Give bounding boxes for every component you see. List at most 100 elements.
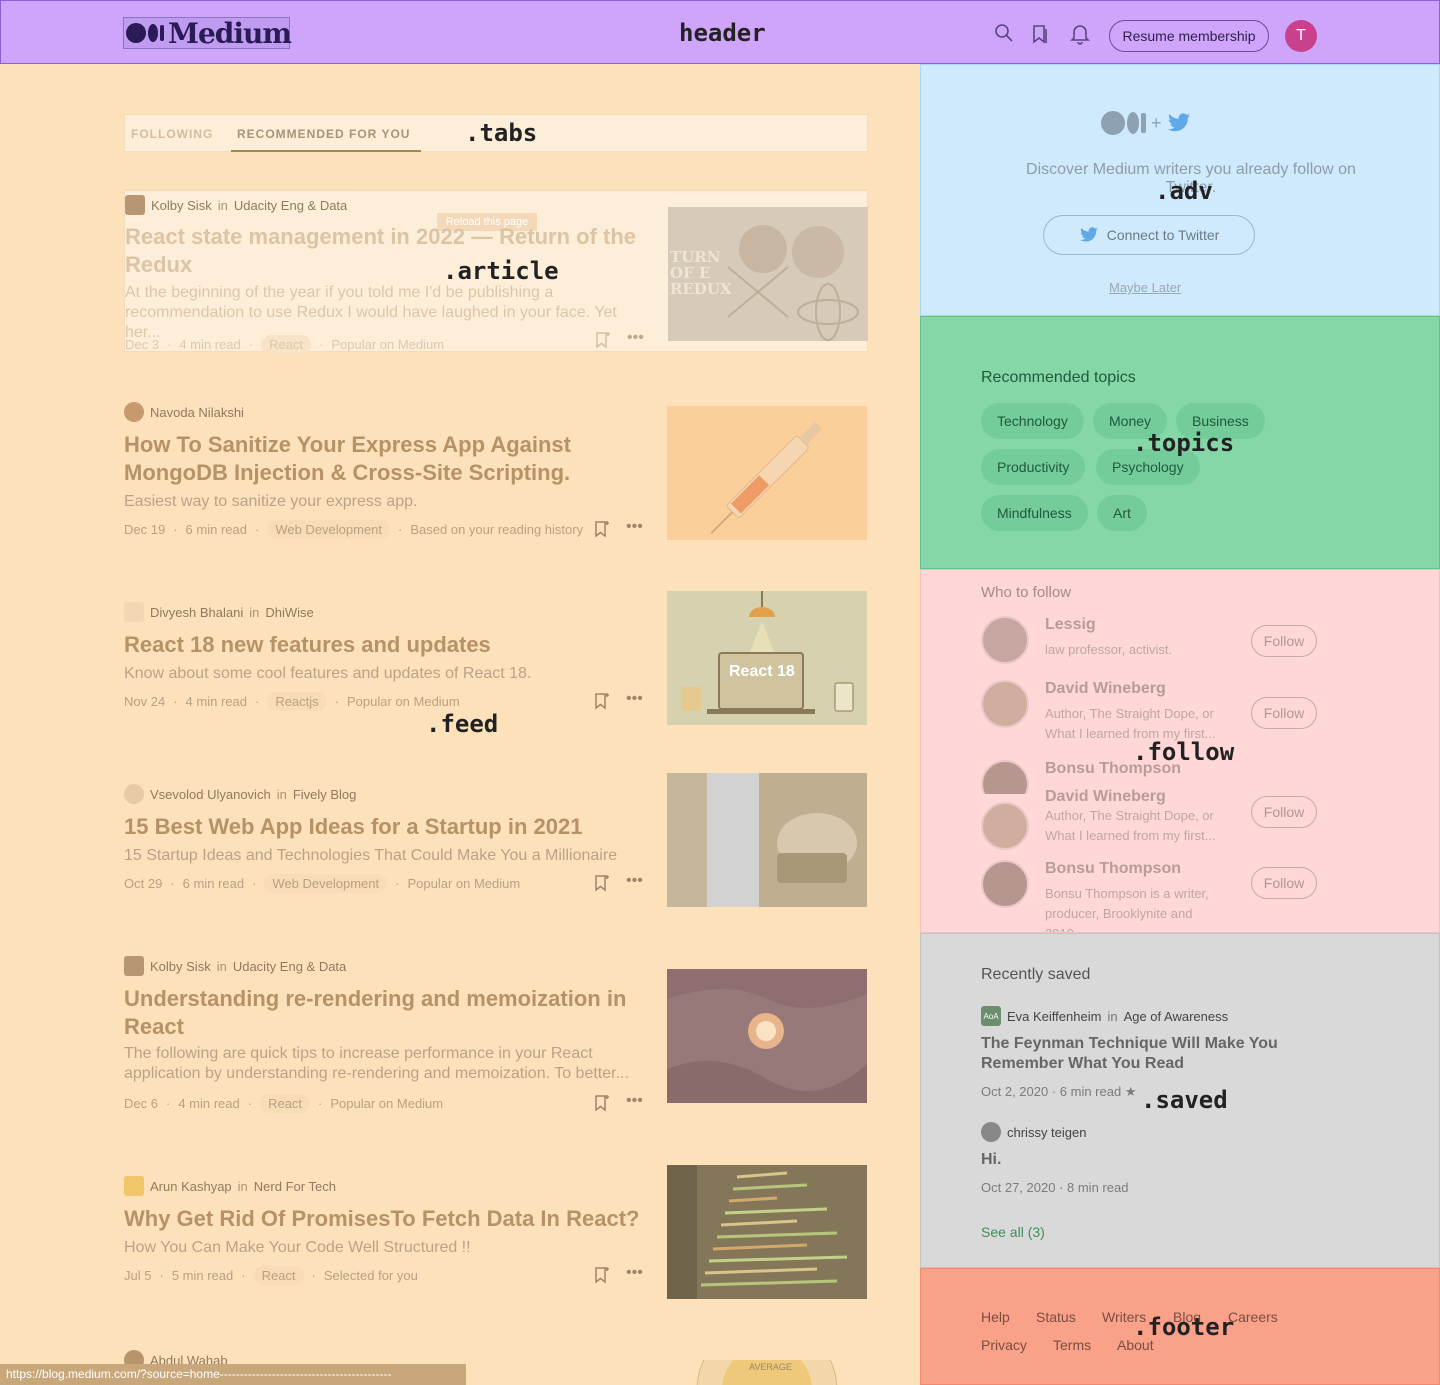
article-card[interactable]: Navoda Nilakshi How To Sanitize Your Exp…: [124, 400, 868, 560]
bookmarks-icon[interactable]: [1029, 23, 1051, 45]
person-name[interactable]: David Wineberg: [1045, 680, 1166, 698]
more-icon[interactable]: •••: [626, 1264, 643, 1282]
saved-article-title[interactable]: The Feynman Technique Will Make You Reme…: [981, 1034, 1281, 1074]
article-thumbnail[interactable]: [667, 773, 867, 907]
person-avatar[interactable]: [981, 860, 1029, 908]
topic-chip[interactable]: Productivity: [981, 449, 1086, 485]
author-name[interactable]: Arun Kashyap: [150, 1179, 232, 1194]
topic-chip[interactable]: Art: [1097, 495, 1147, 531]
follow-button[interactable]: Follow: [1251, 697, 1317, 729]
bookmark-add-icon[interactable]: [594, 520, 610, 543]
more-icon[interactable]: •••: [627, 329, 644, 347]
article-date: Oct 29: [124, 876, 163, 891]
article-read-time: 4 min read: [178, 1096, 240, 1111]
publication-name[interactable]: DhiWise: [265, 605, 313, 620]
article-tag[interactable]: Web Development: [267, 520, 391, 539]
article-title[interactable]: React state management in 2022 — Return …: [125, 223, 655, 279]
author-name[interactable]: Kolby Sisk: [151, 198, 212, 213]
bookmark-add-icon[interactable]: [594, 1266, 610, 1289]
person-avatar[interactable]: [981, 680, 1029, 728]
maybe-later-link[interactable]: Maybe Later: [1109, 280, 1181, 295]
person-avatar[interactable]: [981, 760, 1029, 794]
article-thumbnail[interactable]: AVERAGE: [667, 1360, 867, 1385]
article-title[interactable]: React 18 new features and updates: [124, 631, 654, 659]
see-all-saved-link[interactable]: See all (3): [981, 1224, 1045, 1240]
article-title[interactable]: Understanding re-rendering and memoizati…: [124, 985, 654, 1041]
saved-read-time: 6 min read: [1059, 1084, 1122, 1099]
article-author: Kolby Sisk in Udacity Eng & Data: [125, 195, 347, 215]
search-icon[interactable]: [994, 23, 1016, 45]
article-title[interactable]: 15 Best Web App Ideas for a Startup in 2…: [124, 813, 654, 841]
article-meta: Nov 24 · 4 min read · Reactjs · Popular on …: [124, 692, 460, 711]
publication-name[interactable]: Fively Blog: [293, 787, 357, 802]
publication-name[interactable]: Udacity Eng & Data: [233, 959, 346, 974]
more-icon[interactable]: •••: [626, 1092, 643, 1110]
region-label-article: .article: [443, 257, 559, 285]
article-tag[interactable]: Reactjs: [267, 692, 327, 711]
article-card[interactable]: Kolby Sisk in Udacity Eng & Data Underst…: [124, 954, 868, 1124]
article-tag[interactable]: Web Development: [264, 874, 388, 893]
footer-link-careers[interactable]: Careers: [1228, 1309, 1278, 1325]
footer-link-status[interactable]: Status: [1036, 1309, 1076, 1325]
article-author: Divyesh Bhalani in DhiWise: [124, 602, 314, 622]
bookmark-add-icon[interactable]: [594, 1094, 610, 1117]
bookmark-add-icon[interactable]: [594, 692, 610, 715]
article-tag[interactable]: React: [253, 1266, 304, 1285]
article-meta: Dec 6 · 4 min read · React · Popular on Med…: [124, 1094, 444, 1113]
article-title[interactable]: How To Sanitize Your Express App Against…: [124, 431, 654, 487]
tab-following[interactable]: FOLLOWING: [131, 127, 213, 141]
saved-author-name[interactable]: chrissy teigen: [1007, 1125, 1086, 1140]
article-thumbnail[interactable]: [667, 406, 867, 540]
topic-chip[interactable]: Technology: [981, 403, 1084, 439]
connect-twitter-button[interactable]: Connect to Twitter: [1043, 215, 1255, 255]
footer-link-terms[interactable]: Terms: [1053, 1337, 1091, 1353]
bookmark-add-icon[interactable]: [594, 874, 610, 897]
bookmark-add-icon[interactable]: [595, 331, 611, 354]
follow-button[interactable]: Follow: [1251, 867, 1317, 899]
article-tag[interactable]: React: [260, 1094, 311, 1113]
medium-logo[interactable]: Medium: [123, 17, 292, 50]
person-name[interactable]: Lessig: [1045, 616, 1096, 634]
article-date: Dec 3: [125, 337, 159, 352]
user-avatar[interactable]: T: [1285, 20, 1317, 52]
follow-button[interactable]: Follow: [1251, 625, 1317, 657]
publication-name[interactable]: Udacity Eng & Data: [234, 198, 347, 213]
author-name[interactable]: Divyesh Bhalani: [150, 605, 243, 620]
article-card[interactable]: Arun Kashyap in Nerd For Tech Why Get Ri…: [124, 1165, 868, 1324]
article-thumbnail[interactable]: React 18: [667, 591, 867, 725]
article-thumbnail[interactable]: [667, 1165, 867, 1299]
saved-author-name[interactable]: Eva Keiffenheim: [1007, 1009, 1101, 1024]
more-icon[interactable]: •••: [626, 872, 643, 890]
saved-article-title[interactable]: Hi.: [981, 1150, 1281, 1170]
article-thumbnail[interactable]: TURN OF E REDUX: [668, 207, 868, 341]
article-card[interactable]: Vsevolod Ulyanovich in Fively Blog 15 Be…: [124, 773, 868, 932]
publication-name[interactable]: Nerd For Tech: [254, 1179, 336, 1194]
article-card[interactable]: Kolby Sisk in Udacity Eng & Data Reload …: [124, 190, 868, 354]
article-title[interactable]: Why Get Rid Of PromisesTo Fetch Data In …: [124, 1205, 654, 1233]
footer-link-privacy[interactable]: Privacy: [981, 1337, 1027, 1353]
more-icon[interactable]: •••: [626, 690, 643, 708]
author-name[interactable]: Kolby Sisk: [150, 959, 211, 974]
more-icon[interactable]: •••: [626, 518, 643, 536]
author-name[interactable]: Vsevolod Ulyanovich: [150, 787, 271, 802]
person-avatar[interactable]: [981, 616, 1029, 664]
bell-icon[interactable]: [1070, 23, 1092, 45]
article-thumbnail[interactable]: [667, 969, 867, 1103]
topic-chip[interactable]: Mindfulness: [981, 495, 1088, 531]
tab-recommended[interactable]: RECOMMENDED FOR YOU: [237, 127, 410, 141]
author-name[interactable]: Navoda Nilakshi: [150, 405, 244, 420]
resume-membership-button[interactable]: Resume membership: [1109, 20, 1269, 52]
connect-twitter-label: Connect to Twitter: [1106, 227, 1220, 243]
person-avatar[interactable]: [981, 802, 1029, 850]
saved-publication[interactable]: Age of Awareness: [1124, 1009, 1229, 1024]
article-tag[interactable]: React: [261, 335, 312, 354]
star-icon: ★: [1124, 1084, 1137, 1099]
footer-link-help[interactable]: Help: [981, 1309, 1010, 1325]
saved-author-in: in: [1107, 1008, 1118, 1024]
article-reason: Popular on Medium: [330, 1096, 444, 1111]
follow-button[interactable]: Follow: [1251, 796, 1317, 828]
article-read-time: 4 min read: [179, 337, 241, 352]
saved-author: chrissy teigen: [981, 1122, 1086, 1142]
person-name[interactable]: Bonsu Thompson: [1045, 860, 1181, 878]
person-name[interactable]: David Wineberg: [1045, 788, 1166, 806]
